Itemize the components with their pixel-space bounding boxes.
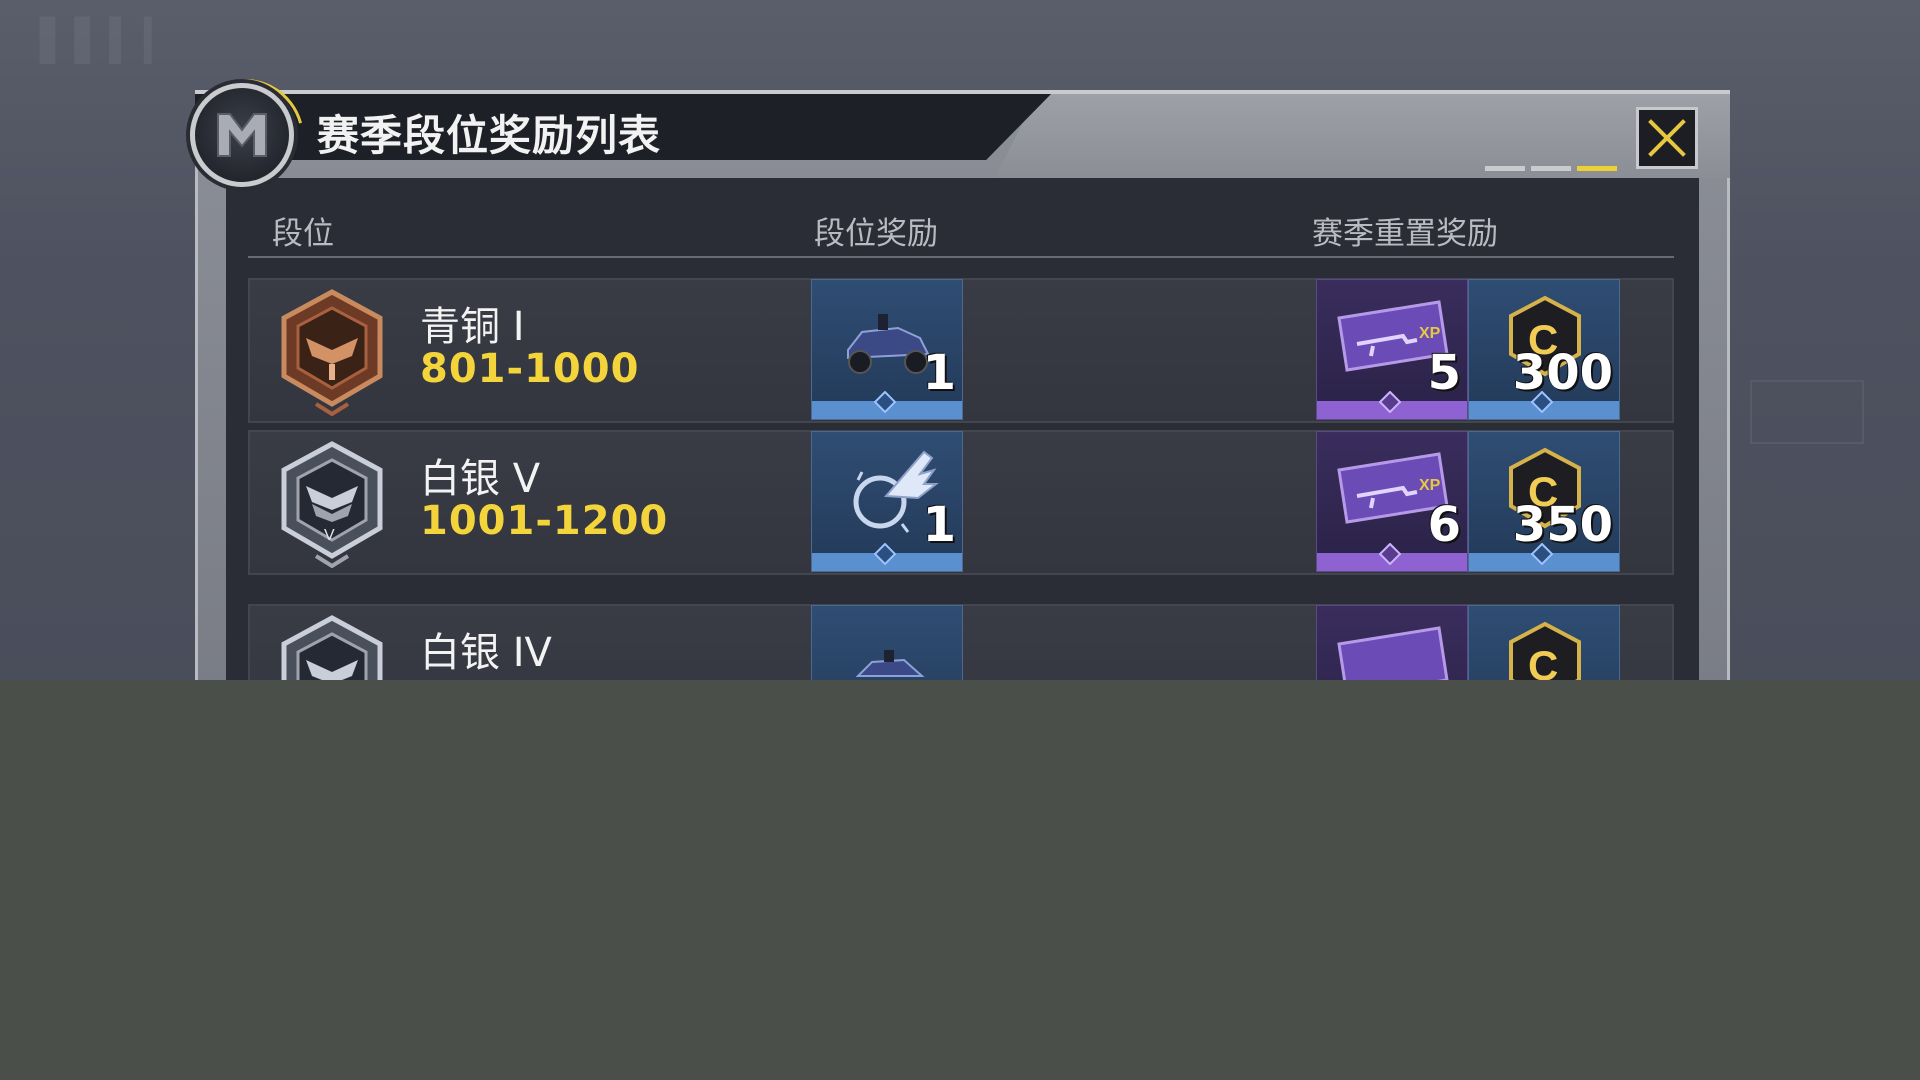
reward-count: 350 [1512,497,1613,553]
rank-row: 青铜 I 801-1000 1 XP 5 C 300 [248,278,1674,423]
rarity-diamond-icon [874,543,896,565]
svg-text:XP: XP [1419,477,1441,494]
bronze-rank-badge-icon [272,288,392,417]
page-dot-3-active [1577,166,1617,171]
reset-reward-item[interactable]: XP 6 [1316,431,1468,572]
column-header-season-reset-reward: 赛季重置奖励 [1312,216,1498,252]
reset-reward-item[interactable]: XP 5 [1316,279,1468,420]
title-bar-light [995,90,1730,178]
background-ghost-panel [1750,380,1864,444]
ranked-mode-logo-icon [190,83,294,187]
page-dot-1 [1485,166,1525,171]
svg-text:XP: XP [1419,325,1441,342]
rarity-diamond-icon [874,391,896,413]
rank-reward-item[interactable]: 1 [811,279,963,420]
reward-count: 6 [1427,497,1461,553]
column-header-rank: 段位 [272,216,334,252]
page-indicator [1485,166,1617,171]
silver-rank-badge-icon: V [272,440,392,569]
column-header-rank-reward: 段位奖励 [814,216,938,252]
reset-reward-item[interactable]: C 350 [1468,431,1620,572]
rank-name: 白银 V [420,456,541,502]
rank-reward-item[interactable]: 1 [811,431,963,572]
reward-count: 300 [1512,345,1613,401]
reward-count: 1 [922,497,956,553]
background-ghost-header: ▌▌▍▎ [40,18,180,64]
rarity-diamond-icon [1379,391,1401,413]
reset-reward-item[interactable]: C 300 [1468,279,1620,420]
rank-row: V 白银 V 1001-1200 1 XP 6 C 350 [248,430,1674,575]
reward-count: 5 [1427,345,1461,401]
svg-text:V: V [324,527,335,544]
title-bar-edge [195,90,1730,94]
close-button[interactable] [1636,107,1698,169]
rank-score-range: 801-1000 [420,346,640,392]
reward-count: 1 [922,345,956,401]
page-dot-2 [1531,166,1571,171]
rank-name: 白银 IV [420,630,552,676]
column-headers: 段位 段位奖励 赛季重置奖励 [248,200,1674,258]
screen-cutoff-area [0,680,1920,1080]
rarity-diamond-icon [1379,543,1401,565]
close-icon [1648,119,1686,157]
title-bar: 赛季段位奖励列表 [195,90,1730,178]
page-title: 赛季段位奖励列表 [317,111,662,160]
rank-name: 青铜 I [420,304,525,350]
rank-score-range: 1001-1200 [420,498,669,544]
